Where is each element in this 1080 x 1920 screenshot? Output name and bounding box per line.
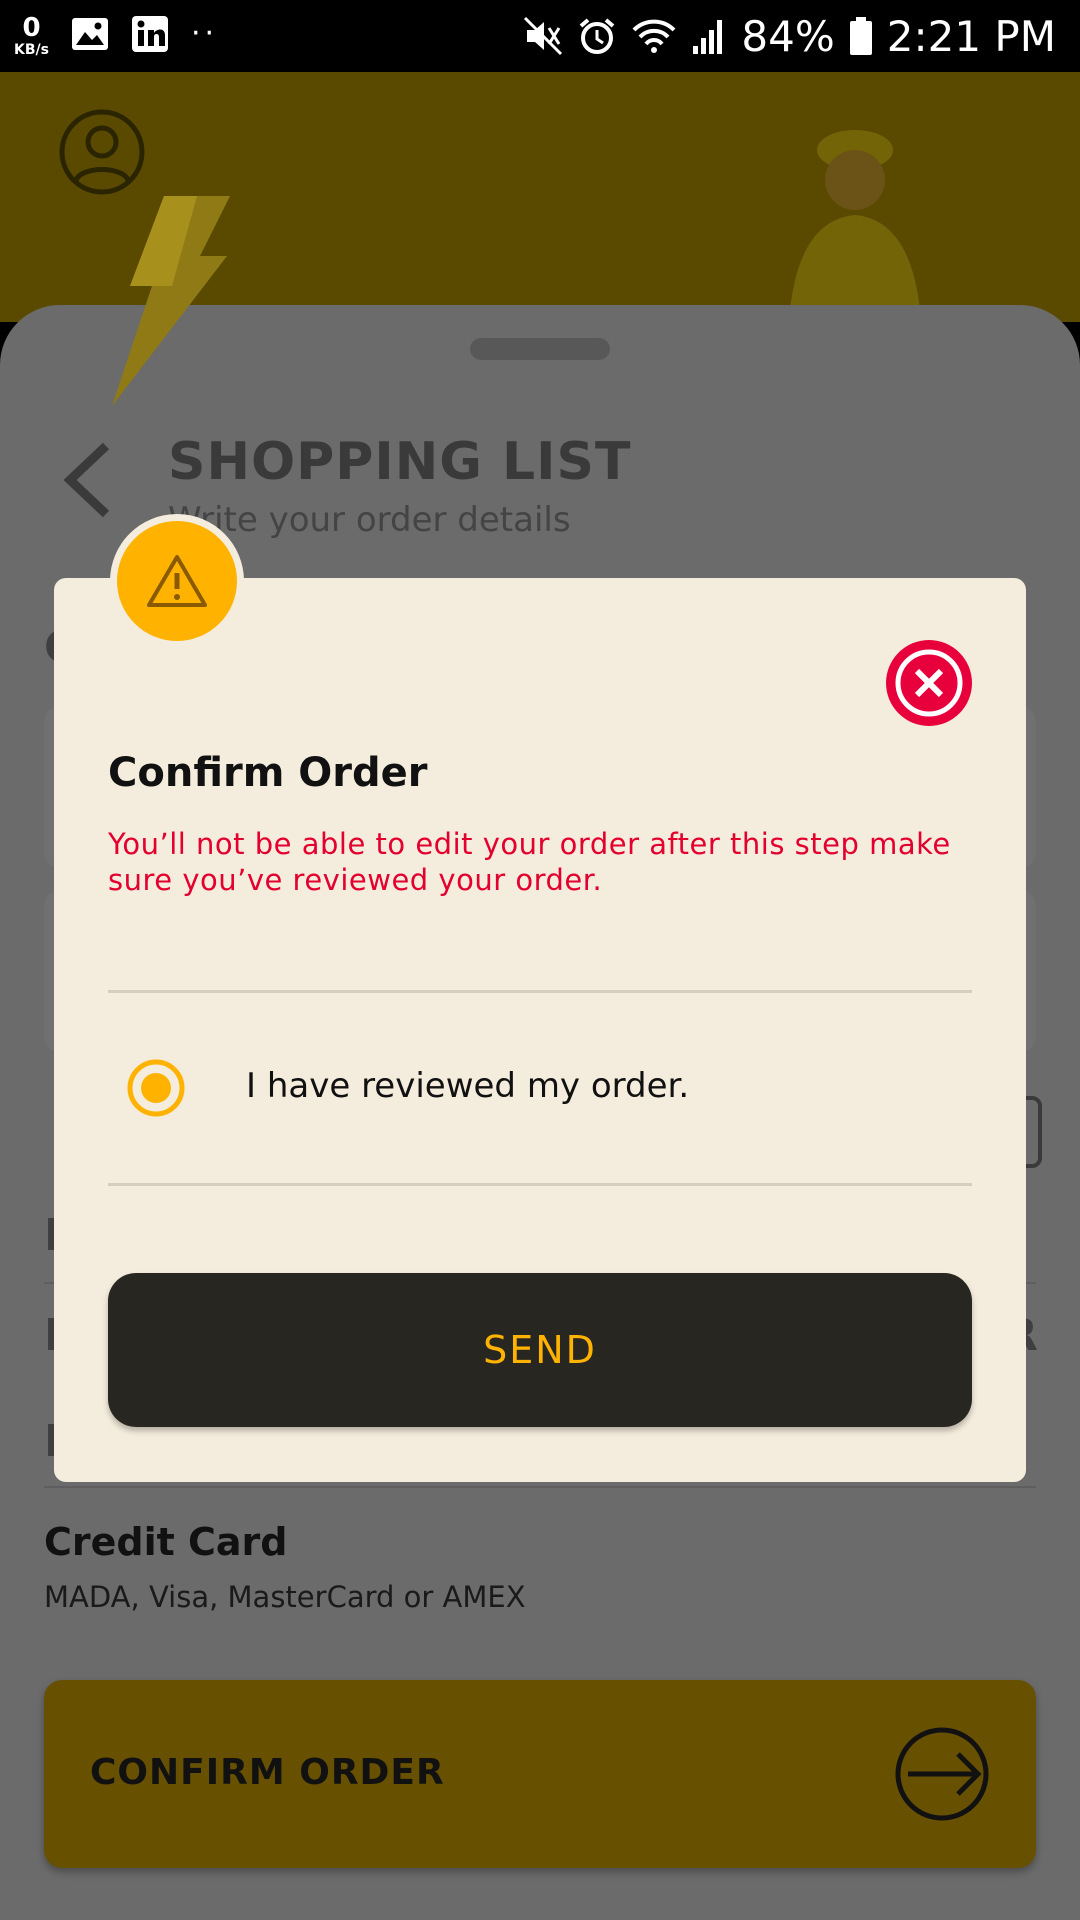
divider: [108, 1183, 972, 1186]
clock: 2:21 PM: [886, 11, 1056, 61]
lightning-bolt-icon: [112, 196, 232, 406]
wifi-icon: [631, 16, 677, 56]
reviewed-radio[interactable]: [126, 1058, 186, 1118]
dialog-title: Confirm Order: [108, 750, 428, 796]
dialog-warning-text: You’ll not be able to edit your order af…: [108, 827, 951, 897]
profile-icon[interactable]: [58, 108, 146, 196]
payment-method-subtitle: MADA, Visa, MasterCard or AMEX: [44, 1580, 526, 1614]
image-icon: [71, 17, 109, 55]
battery-icon: [849, 16, 873, 56]
network-speed-value: 0: [22, 13, 41, 43]
radio-selected-icon: [127, 1059, 185, 1117]
alarm-icon: [577, 16, 617, 56]
battery-percent: 84%: [741, 11, 835, 61]
warning-icon: [147, 555, 207, 607]
arrow-right-circle-icon: [895, 1727, 989, 1821]
courier-illustration: [760, 110, 950, 310]
divider: [44, 1486, 1036, 1488]
signal-icon: [691, 16, 727, 56]
status-bar: 0 KB/s ·· 84% 2:21 PM: [0, 0, 1080, 72]
send-button[interactable]: SEND: [108, 1273, 972, 1427]
chevron-left-icon: [63, 442, 110, 518]
network-speed-unit: KB/s: [14, 42, 49, 58]
warning-badge: [110, 514, 244, 648]
close-button[interactable]: [886, 640, 972, 726]
linkedin-icon: [131, 15, 169, 57]
sheet-handle[interactable]: [470, 338, 610, 360]
page-subtitle: Write your order details: [168, 500, 571, 540]
mute-icon: [523, 16, 563, 56]
reviewed-label[interactable]: I have reviewed my order.: [246, 1066, 689, 1106]
more-notifications: ··: [190, 15, 219, 51]
status-left: 0 KB/s ··: [14, 8, 218, 64]
back-button[interactable]: [58, 440, 118, 520]
payment-method-title[interactable]: Credit Card: [44, 1520, 288, 1564]
status-right: 84% 2:21 PM: [523, 8, 1056, 64]
confirm-order-button[interactable]: CONFIRM ORDER: [44, 1680, 1036, 1868]
divider: [108, 990, 972, 993]
confirm-order-label: CONFIRM ORDER: [90, 1752, 445, 1793]
page-title: SHOPPING LIST: [168, 432, 632, 492]
close-icon: [895, 649, 963, 717]
network-speed: 0 KB/s: [14, 15, 49, 57]
